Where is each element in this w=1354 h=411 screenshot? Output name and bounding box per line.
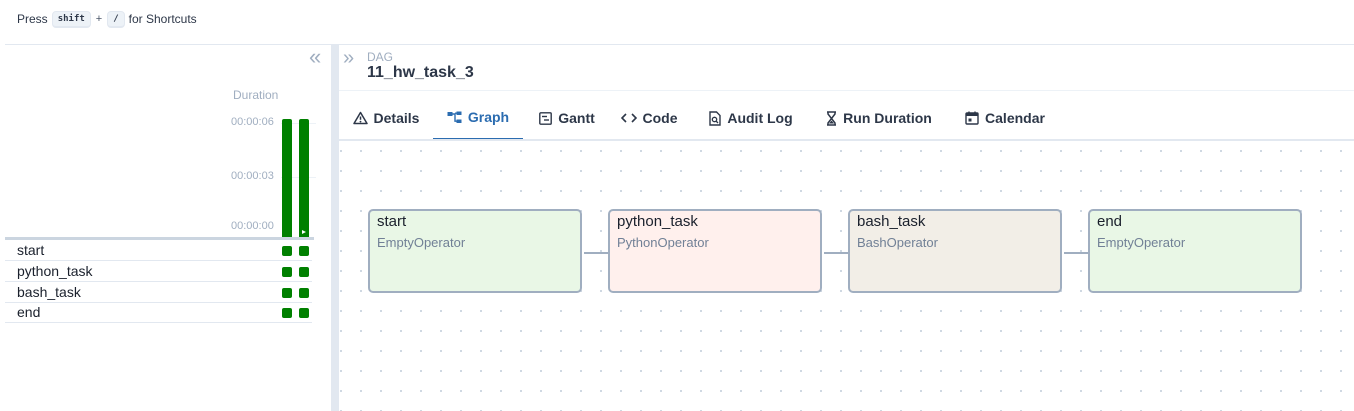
node-operator: EmptyOperator [1097, 235, 1186, 250]
task-name: start [17, 242, 45, 258]
task-instance-status[interactable] [299, 288, 309, 298]
tab-label: Details [373, 110, 420, 126]
task-instance-status[interactable] [282, 308, 292, 318]
node-operator: PythonOperator [617, 235, 709, 250]
play-icon [302, 230, 306, 234]
task-instance-status[interactable] [282, 246, 292, 256]
task-row-end[interactable]: end [5, 302, 312, 323]
code-icon [620, 112, 637, 124]
header-divider [339, 90, 1354, 91]
task-instance-status[interactable] [299, 246, 309, 256]
graph-node-python-task[interactable]: python_task PythonOperator [608, 209, 822, 293]
node-task-id: start [377, 213, 407, 230]
node-task-id: python_task [617, 213, 698, 230]
warning-triangle-icon [352, 111, 368, 125]
tab-run-duration[interactable]: Run Duration [815, 96, 943, 140]
task-row-python-task[interactable]: python_task [5, 261, 312, 282]
dag-id-breadcrumb[interactable]: 11_hw_task_3 [367, 64, 474, 82]
graph-node-end[interactable]: end EmptyOperator [1088, 209, 1302, 293]
dag-run-duration-bar-selected[interactable] [299, 119, 309, 237]
shortcut-hint: Press shift + / for Shortcuts [17, 10, 197, 28]
y-tick-mid: 00:00:03 [231, 170, 274, 182]
node-task-id: end [1097, 213, 1123, 230]
edge-start-python-task [584, 252, 610, 254]
graph-node-bash-task[interactable]: bash_task BashOperator [848, 209, 1062, 293]
calendar-icon [965, 111, 979, 125]
graph-node-start[interactable]: start EmptyOperator [368, 209, 582, 293]
tab-label: Gantt [558, 110, 595, 126]
tab-code[interactable]: Code [613, 96, 685, 140]
audit-log-icon [709, 110, 722, 126]
task-instance-status[interactable] [282, 288, 292, 298]
task-instance-status[interactable] [299, 267, 309, 277]
node-task-id: bash_task [857, 213, 926, 230]
task-name: end [17, 304, 41, 320]
shift-key: shift [51, 10, 91, 28]
dag-label: DAG [367, 50, 394, 64]
tab-graph[interactable]: Graph [433, 96, 523, 140]
task-instance-status[interactable] [282, 267, 292, 277]
panel-resize-handle[interactable] [331, 45, 339, 411]
task-row-bash-task[interactable]: bash_task [5, 282, 312, 303]
tab-label: Run Duration [843, 110, 932, 126]
node-operator: EmptyOperator [377, 235, 466, 250]
tab-gantt[interactable]: Gantt [531, 96, 603, 140]
edge-bash-task-end [1064, 252, 1090, 254]
tab-calendar[interactable]: Calendar [955, 96, 1055, 140]
dag-run-duration-bar[interactable] [282, 119, 292, 237]
expand-panel-icon[interactable]: » [343, 48, 354, 68]
tab-label: Calendar [985, 110, 1045, 126]
tab-audit-log[interactable]: Audit Log [699, 96, 803, 140]
edge-python-task-bash-task [824, 252, 850, 254]
grid-panel: « Duration 00:00:06 00:00:03 00:00:00 st… [5, 45, 331, 411]
y-tick-max: 00:00:06 [231, 116, 274, 128]
tab-label: Graph [467, 109, 510, 125]
shortcut-prefix: Press [17, 12, 48, 26]
task-name: bash_task [17, 284, 81, 300]
tab-details[interactable]: Details [343, 96, 429, 140]
collapse-grid-icon[interactable]: « [309, 46, 321, 68]
slash-key: / [107, 10, 125, 28]
task-row-start[interactable]: start [5, 240, 312, 261]
tab-bar: Details Graph Gantt Code Audit Log Run D… [343, 96, 1354, 140]
shortcut-suffix: for Shortcuts [128, 12, 197, 26]
node-operator: BashOperator [857, 235, 938, 250]
graph-icon [447, 111, 462, 124]
hourglass-icon [826, 110, 837, 126]
y-tick-zero: 00:00:00 [231, 220, 274, 232]
plus-sign: + [95, 13, 103, 25]
tab-label: Audit Log [727, 110, 793, 126]
gantt-icon [539, 111, 553, 125]
task-name: python_task [17, 263, 93, 279]
dag-graph-canvas[interactable]: start EmptyOperator python_task PythonOp… [339, 141, 1354, 411]
duration-label: Duration [233, 88, 279, 102]
tab-label: Code [642, 110, 678, 126]
task-instance-status[interactable] [299, 308, 309, 318]
